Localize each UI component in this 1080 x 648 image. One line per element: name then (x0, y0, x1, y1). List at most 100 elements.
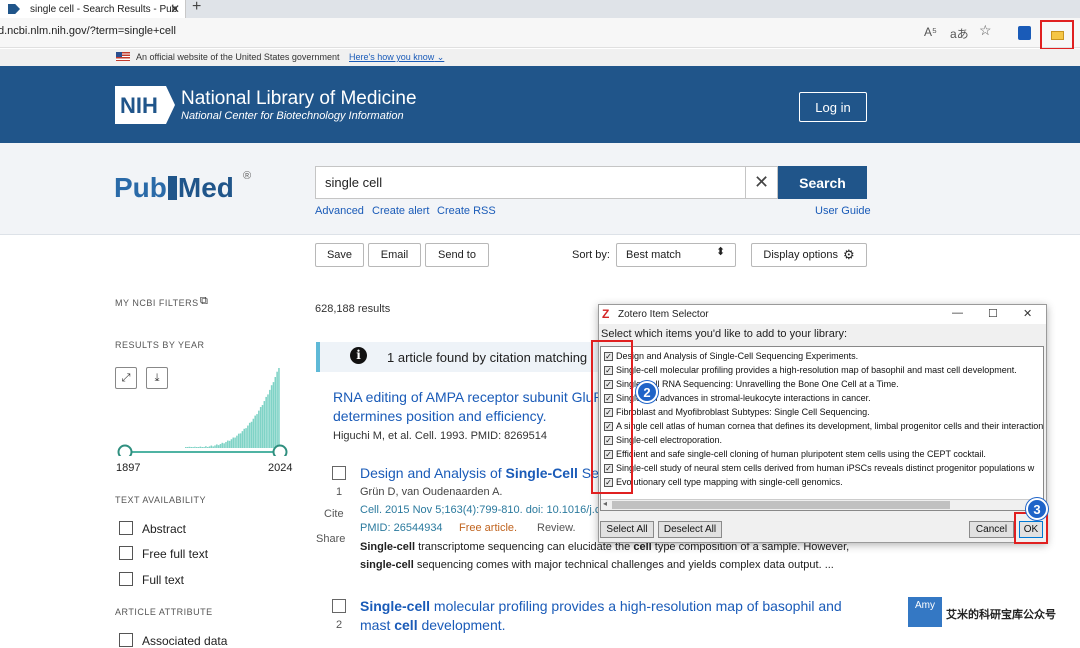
us-flag-icon (116, 52, 130, 61)
read-aloud-icon[interactable]: A⁵ (924, 25, 937, 39)
list-item[interactable]: ✓ Efficient and safe single-cell cloning … (604, 447, 986, 461)
histogram-bar (223, 443, 225, 448)
result-2-title-line2[interactable]: mast cell development. (360, 617, 506, 633)
cancel-button[interactable]: Cancel (969, 521, 1014, 538)
year-histogram[interactable] (115, 366, 290, 456)
histogram-bar (228, 440, 231, 448)
full-text-label[interactable]: Full text (142, 573, 184, 587)
login-button[interactable]: Log in (799, 92, 867, 122)
external-link-icon[interactable]: ⧉ (200, 295, 208, 308)
sort-label: Sort by: (572, 249, 610, 261)
full-text-checkbox[interactable] (119, 572, 133, 586)
result-2-title[interactable]: Single-cell molecular profiling provides… (360, 598, 842, 614)
year-start-handle[interactable] (117, 444, 133, 457)
free-full-text-checkbox[interactable] (119, 546, 133, 560)
annotation-badge-3: 3 (1026, 498, 1048, 520)
dialog-prompt: Select which items you'd like to add to … (601, 328, 848, 340)
select-all-button[interactable]: Select All (600, 521, 654, 538)
associated-data-label[interactable]: Associated data (142, 634, 227, 648)
histogram-bar (243, 428, 246, 448)
histogram-bar (270, 385, 273, 448)
email-button[interactable]: Email (368, 243, 421, 267)
year-start-label: 1897 (116, 462, 141, 474)
list-item[interactable]: ✓ A single cell atlas of human cornea tha… (604, 419, 1043, 433)
minimize-icon[interactable]: — (952, 307, 963, 319)
new-tab-icon[interactable]: + (192, 0, 201, 16)
abstract-label[interactable]: Abstract (142, 522, 186, 536)
nih-logo[interactable]: NIH (115, 86, 175, 124)
list-item[interactable]: ✓ Design and Analysis of Single-Cell Sequ… (604, 349, 858, 363)
histogram-bar (219, 444, 222, 448)
pubmed-favicon-icon (8, 4, 20, 14)
cited-article-title-line2[interactable]: determines position and efficiency. (333, 408, 547, 424)
user-guide-link[interactable]: User Guide (815, 205, 871, 217)
histogram-bar (217, 445, 220, 448)
histogram-bar (203, 446, 205, 448)
display-options-button[interactable]: Display options ⚙ (751, 243, 867, 267)
histogram-bar (197, 447, 200, 448)
histogram-bar (192, 447, 194, 448)
histogram-bar (216, 444, 218, 448)
associated-data-checkbox[interactable] (119, 633, 133, 647)
list-item[interactable]: ✓ Single-cell study of neural stem cells … (604, 461, 1034, 475)
histogram-bar (250, 421, 253, 448)
abstract-checkbox[interactable] (119, 521, 133, 535)
histogram-bar (276, 371, 278, 448)
search-button[interactable]: Search (778, 166, 867, 199)
result-1-number: 1 (336, 486, 343, 498)
checkbox-highlight-box (591, 340, 633, 494)
close-tab-icon[interactable]: ✕ (170, 2, 180, 16)
year-end-handle[interactable] (272, 444, 288, 457)
result-1-share[interactable]: Share (316, 533, 345, 545)
result-1-snippet-line2: single-cell sequencing comes with major … (360, 559, 834, 571)
save-button[interactable]: Save (315, 243, 364, 267)
create-rss-link[interactable]: Create RSS (437, 205, 496, 217)
tab-title: single cell - Search Results - Pub (30, 3, 178, 15)
nih-subtitle: National Center for Biotechnology Inform… (181, 110, 404, 122)
result-1-review-badge: Review. (537, 522, 576, 534)
free-full-text-label[interactable]: Free full text (142, 547, 208, 561)
result-2-checkbox[interactable] (332, 599, 346, 613)
histogram-bar (206, 447, 209, 448)
histogram-bar (259, 407, 262, 448)
histogram-bar (201, 447, 203, 448)
browser-tab[interactable]: single cell - Search Results - Pub (0, 0, 186, 18)
item-list[interactable]: ✓ Design and Analysis of Single-Cell Sequ… (600, 346, 1044, 511)
favorite-icon[interactable]: ☆ (979, 22, 992, 39)
create-alert-link[interactable]: Create alert (372, 205, 429, 217)
list-item[interactable]: ✓ Single-cell molecular profiling provide… (604, 363, 1017, 377)
zotero-save-button[interactable] (1040, 20, 1074, 50)
scrollbar-thumb[interactable] (612, 501, 950, 509)
gov-banner-text: An official website of the United States… (136, 52, 340, 62)
close-dialog-icon[interactable]: ✕ (1023, 307, 1032, 320)
result-1-free-badge: Free article. (459, 522, 518, 534)
histogram-bar (225, 441, 227, 448)
gov-banner-link[interactable]: Here's how you know ⌄ (349, 52, 444, 63)
histogram-bar (261, 405, 264, 448)
scroll-left-icon[interactable]: ◂ (603, 499, 607, 508)
result-1-checkbox[interactable] (332, 466, 346, 480)
article-attribute-heading: ARTICLE ATTRIBUTE (115, 607, 213, 617)
histogram-bar (186, 447, 189, 448)
clear-search-icon[interactable]: ✕ (746, 166, 778, 199)
url-field[interactable]: d.ncbi.nlm.nih.gov/?term=single+cell (0, 25, 176, 37)
bitwarden-icon[interactable] (1018, 26, 1031, 40)
histogram-bar (199, 446, 202, 448)
histogram-bar (230, 439, 233, 448)
text-availability-heading: TEXT AVAILABILITY (115, 495, 207, 505)
advanced-link[interactable]: Advanced (315, 205, 364, 217)
search-input[interactable]: single cell (315, 166, 746, 199)
send-to-button[interactable]: Send to (425, 243, 489, 267)
translate-icon[interactable]: aあ (950, 25, 969, 42)
citation-match-text: 1 article found by citation matching (387, 350, 588, 365)
list-item[interactable]: ✓ Fibroblast and Myofibroblast Subtypes: … (604, 405, 870, 419)
deselect-all-button[interactable]: Deselect All (658, 521, 722, 538)
result-1-cite[interactable]: Cite (324, 508, 344, 520)
list-item[interactable]: ✓ Evolutionary cell type mapping with sin… (604, 475, 843, 489)
histogram-bar (214, 445, 216, 448)
result-1-title[interactable]: Design and Analysis of Single-Cell Seq (360, 465, 607, 481)
cited-article-title[interactable]: RNA editing of AMPA receptor subunit Glu… (333, 389, 604, 405)
histogram-bar (267, 394, 269, 448)
maximize-icon[interactable]: ☐ (988, 307, 998, 320)
pubmed-logo[interactable]: Pub Med (114, 172, 234, 204)
